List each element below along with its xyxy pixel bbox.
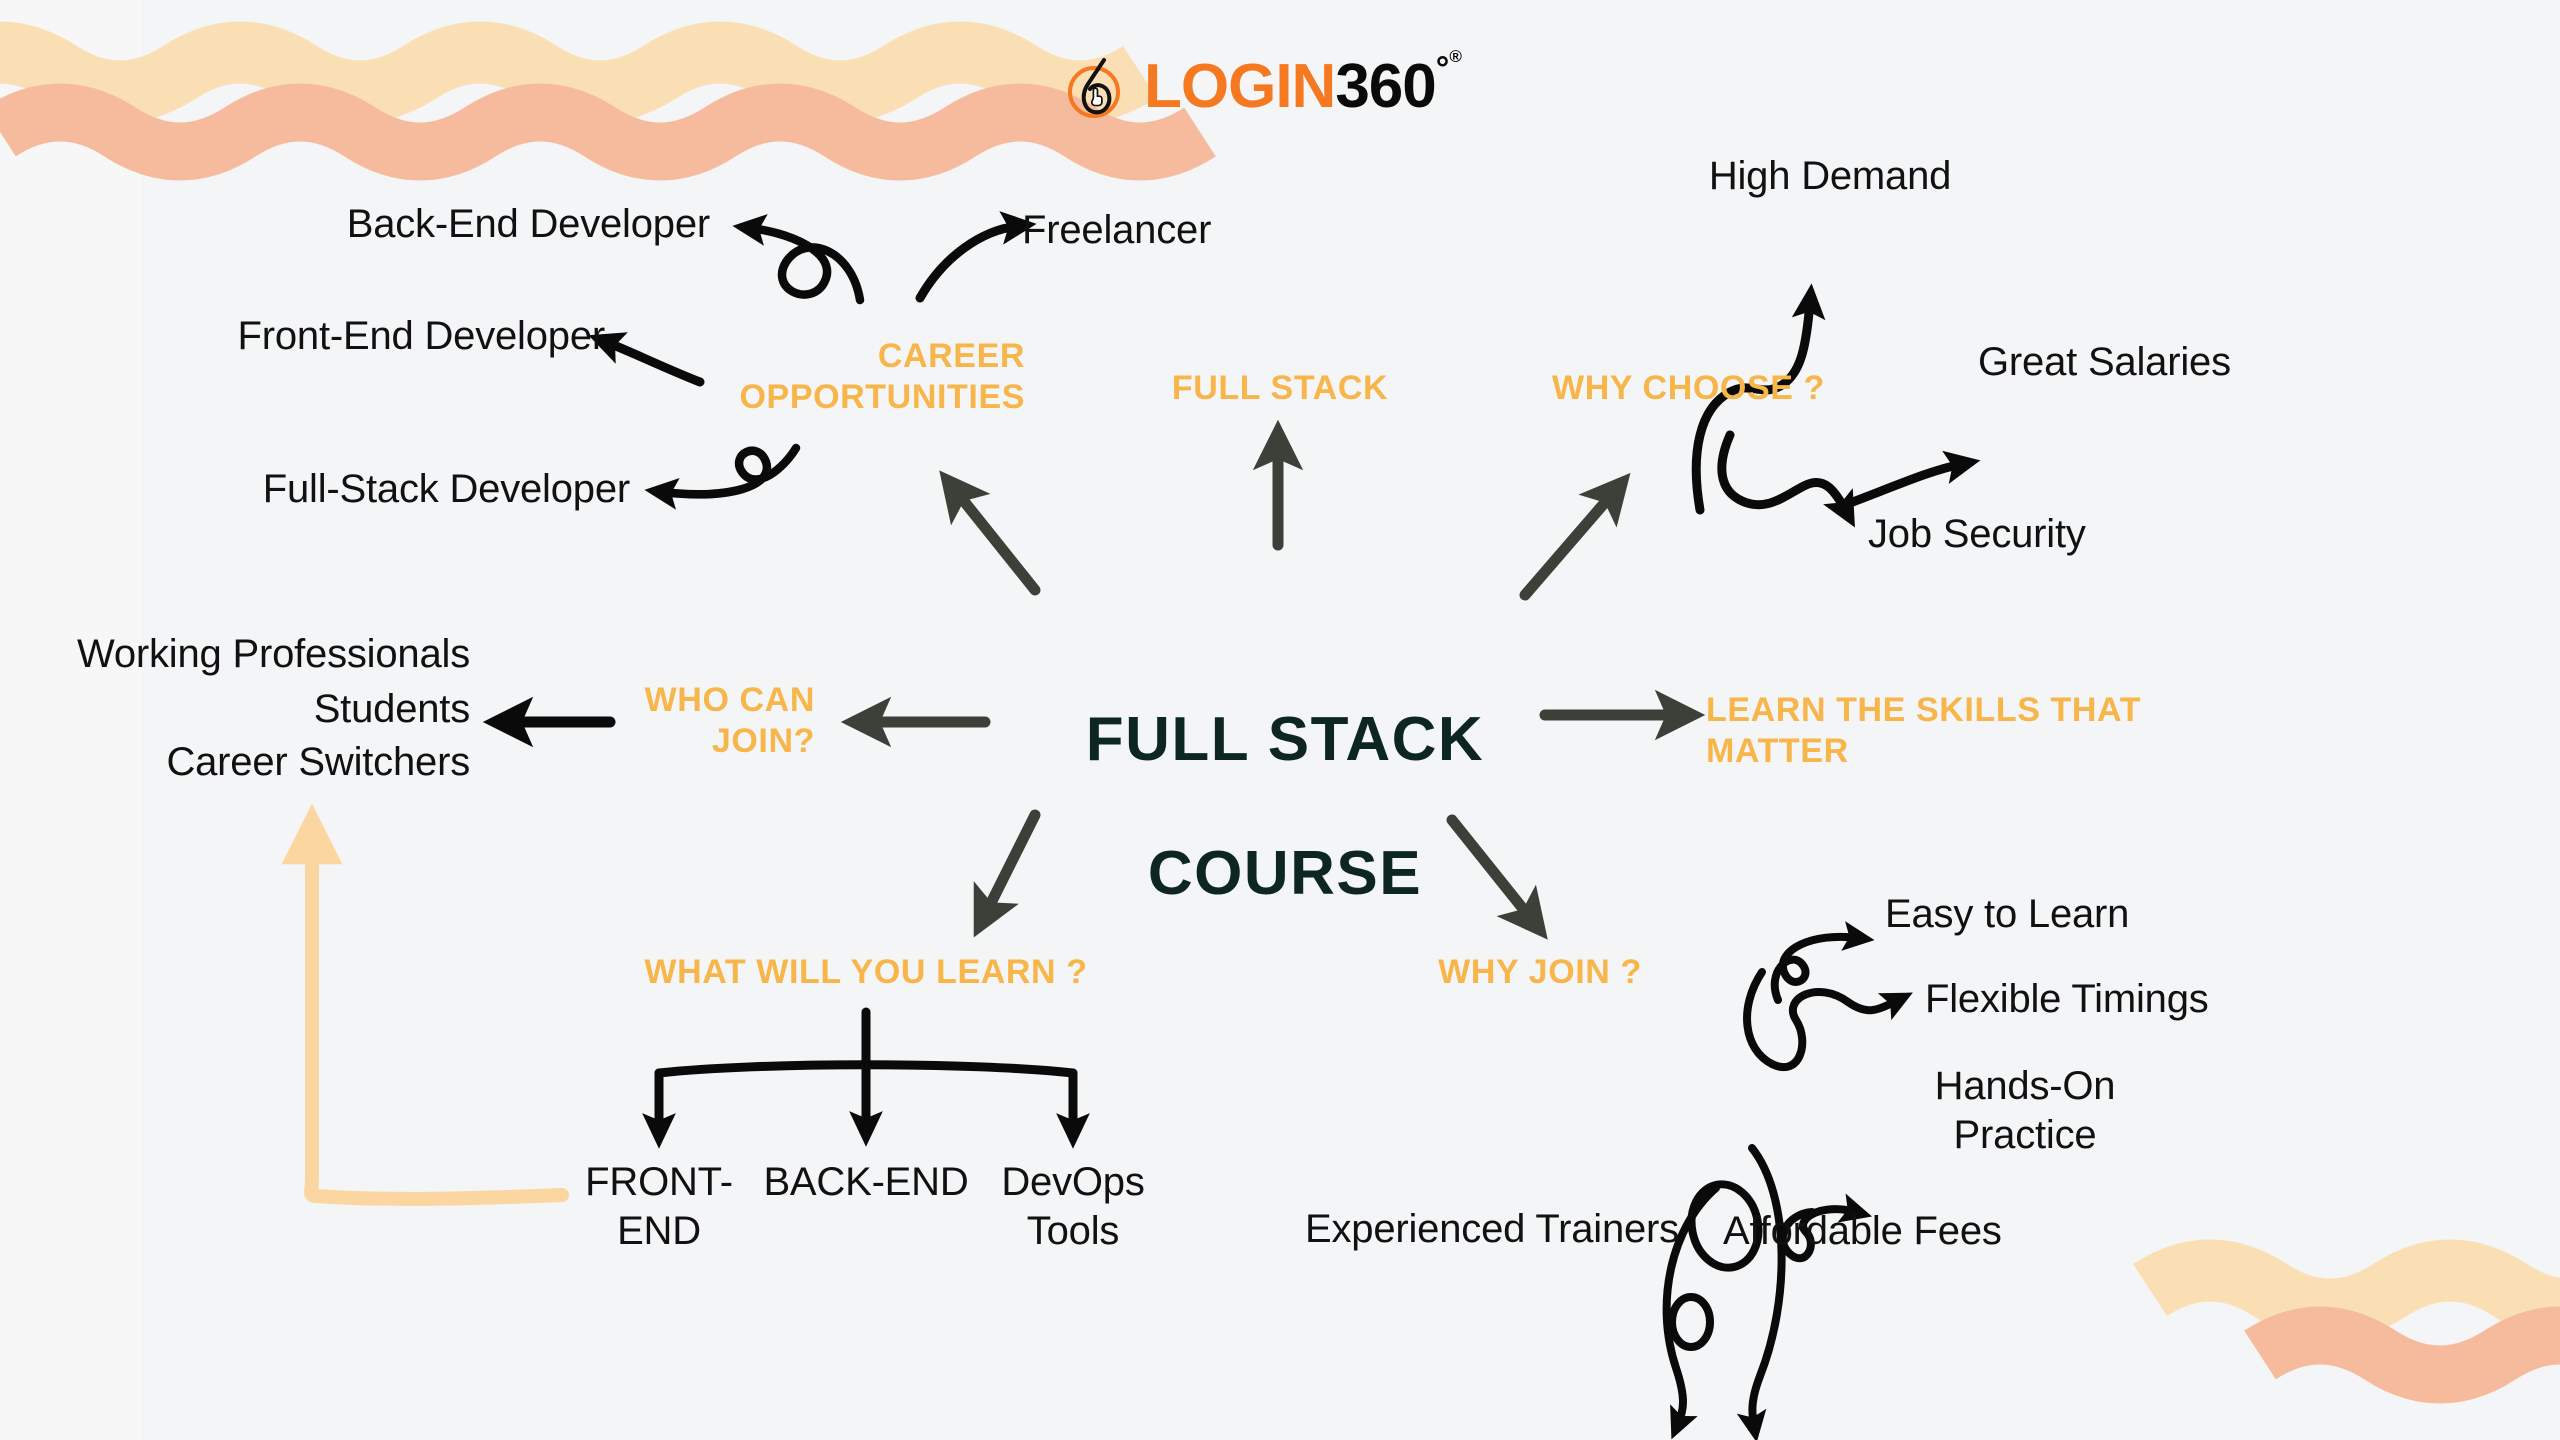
arrow-why-join-to-easy-to-learn <box>1770 921 1875 1004</box>
arrow-center-to-why-choose <box>1519 472 1631 601</box>
leaf-great-salaries: Great Salaries <box>1978 340 2231 384</box>
leaf-easy-to-learn: Easy to Learn <box>1885 892 2130 936</box>
wave-top-left-salmon <box>0 113 1200 152</box>
leaf-front-end: FRONT- END <box>585 1160 733 1253</box>
leaf-devops-tools: DevOps Tools <box>1001 1160 1145 1253</box>
leaf-students: Students <box>313 687 470 731</box>
logo-word-login: LOGIN <box>1144 52 1336 121</box>
wave-top-left-cream <box>0 53 1140 92</box>
leaf-working-professionals: Working Professionals <box>76 632 470 676</box>
logo-wordmark: LOGIN 360 ° ® <box>1144 48 1462 121</box>
leaf-full-stack-developer: Full-Stack Developer <box>262 467 630 511</box>
leaf-high-demand: High Demand <box>1708 154 1952 198</box>
branch-who-can-join[interactable]: WHO CAN JOIN? <box>430 680 815 763</box>
leaf-front-end-developer: Front-End Developer <box>237 314 606 358</box>
center-title: FULL STACK COURSE <box>1085 640 1485 975</box>
center-title-line1: FULL STACK <box>1085 704 1485 774</box>
wave-bottom-right-cream <box>2150 1271 2560 1310</box>
center-title-line2: COURSE <box>1147 838 1423 908</box>
branch-career-opportunities[interactable]: CAREER OPPORTUNITIES <box>600 336 1025 419</box>
loop-decoration-experienced-trainers <box>1668 1293 1714 1351</box>
arrow-why-choose-to-great-salaries <box>1845 450 1981 508</box>
branch-what-will-you-learn[interactable]: WHAT WILL YOU LEARN ? <box>586 952 1146 993</box>
arrow-career-to-back-end-developer <box>732 214 865 305</box>
branch-full-stack[interactable]: FULL STACK <box>1120 368 1440 409</box>
branch-why-choose[interactable]: WHY CHOOSE ? <box>1552 368 1892 409</box>
arrow-why-join-to-affordable-fees <box>1736 1144 1786 1440</box>
leaf-flexible-timings: Flexible Timings <box>1925 977 2209 1021</box>
leaf-experienced-trainers: Experienced Trainers <box>1305 1207 1679 1251</box>
brand-logo[interactable]: LOGIN 360 ° ® <box>1060 48 1462 124</box>
logo-degree-symbol: ° <box>1435 50 1450 88</box>
leaf-affordable-fees: Affordable Fees <box>1723 1209 2002 1253</box>
arrow-career-to-full-stack-developer <box>644 443 801 510</box>
leaf-job-security: Job Security <box>1868 512 2086 556</box>
leaf-back-end: BACK-END <box>763 1160 969 1204</box>
arrow-center-to-career-opportunities <box>939 470 1041 596</box>
infographic-canvas: LOGIN 360 ° ® FULL STACK COURSE Back-End De… <box>0 0 2560 1440</box>
leaf-freelancer: Freelancer <box>1022 208 1212 252</box>
arrow-center-to-what-will-you-learn <box>973 809 1041 938</box>
leaf-back-end-developer: Back-End Developer <box>346 202 710 246</box>
login360-six-hand-icon <box>1068 58 1120 118</box>
arrow-why-join-to-flexible-timings <box>1743 968 1913 1071</box>
branch-learn-the-skills-that-matter[interactable]: LEARN THE SKILLS THAT MATTER <box>1706 690 2206 773</box>
branch-why-join[interactable]: WHY JOIN ? <box>1390 952 1690 993</box>
logo-word-360: 360 <box>1335 52 1436 121</box>
wave-bottom-right-salmon <box>2260 1336 2560 1375</box>
leaf-career-switchers: Career Switchers <box>166 740 470 784</box>
arrow-why-choose-to-job-security <box>1717 430 1855 528</box>
leaf-hands-on-practice: Hands-On Practice <box>1934 1064 2116 1157</box>
arrow-career-to-freelancer <box>915 211 1037 303</box>
peach-corner-up-arrow <box>281 803 569 1206</box>
logo-registered-symbol: ® <box>1449 47 1461 66</box>
branch-bar-what-will-you-learn <box>654 1060 1078 1078</box>
